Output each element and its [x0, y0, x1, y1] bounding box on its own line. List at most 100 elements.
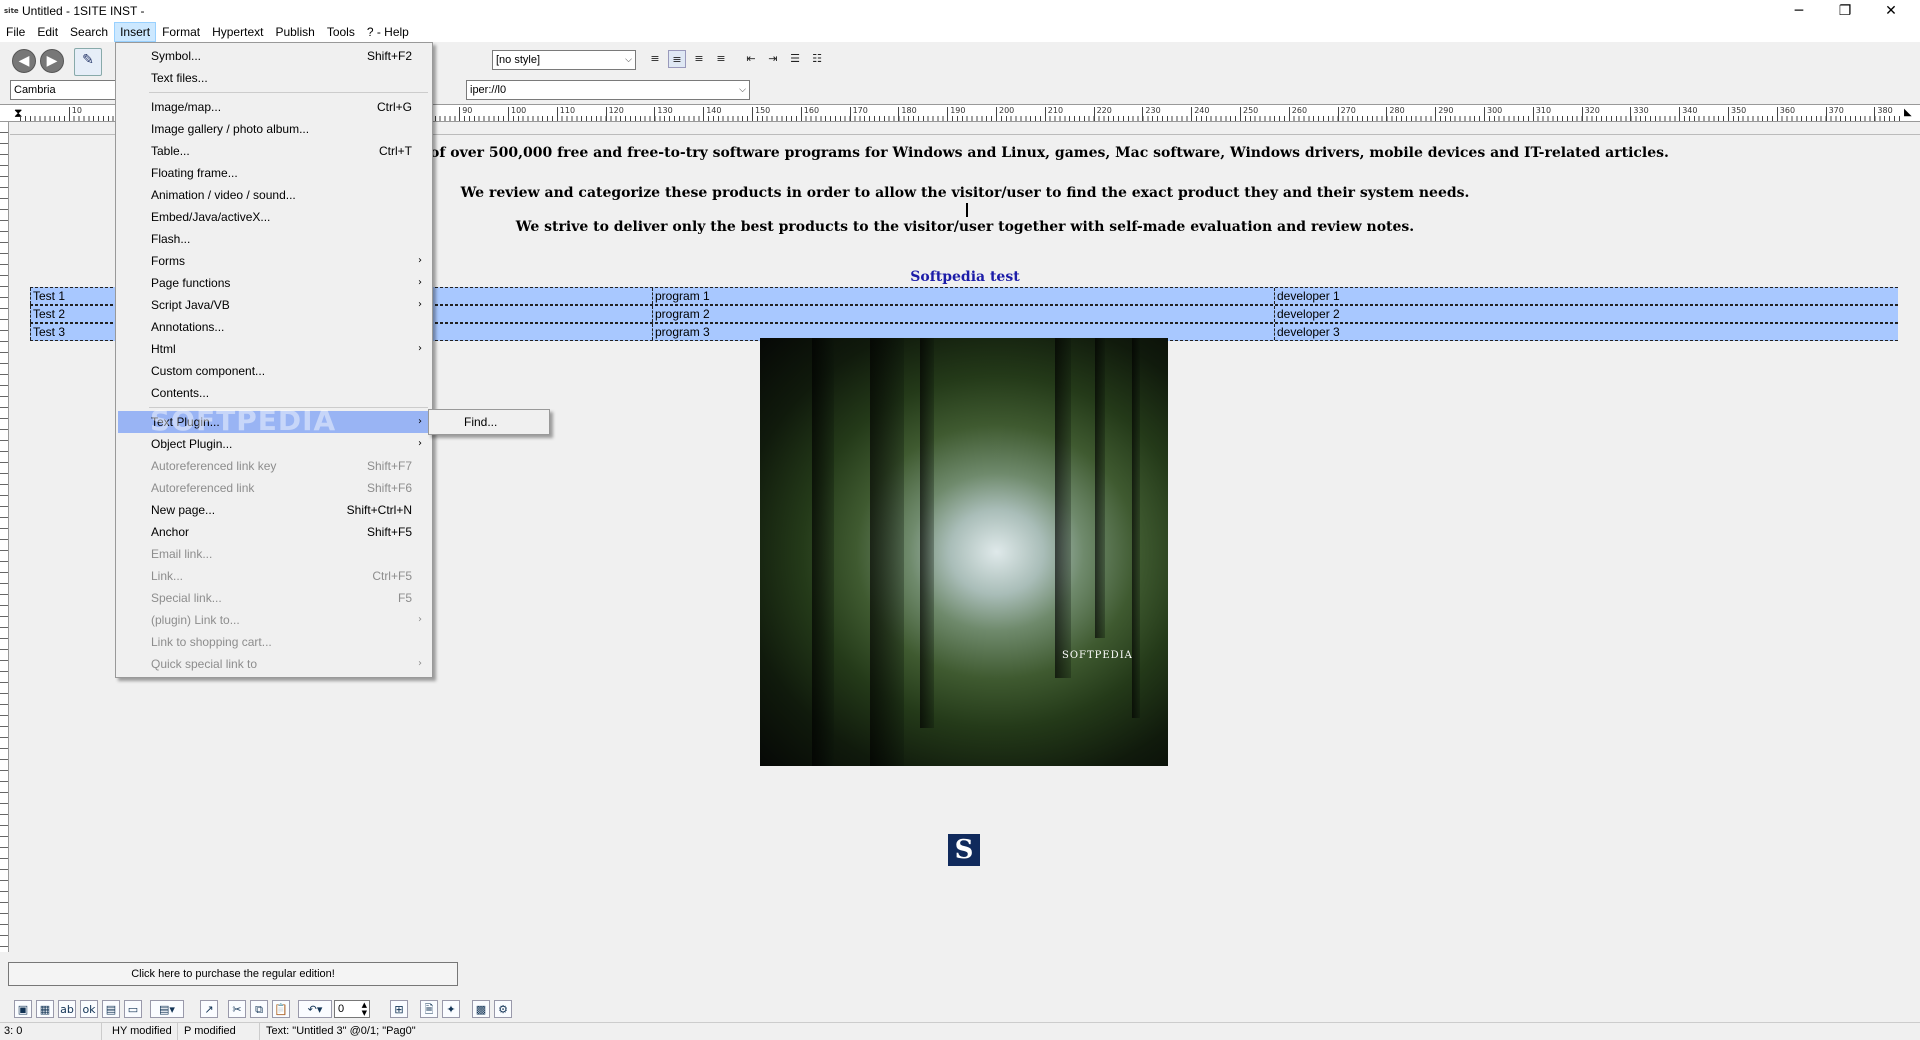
ruler-end-marker-icon[interactable]: ◣: [1904, 107, 1912, 118]
menu-item-symbol[interactable]: Symbol... Shift+F2: [118, 45, 430, 67]
menu-item-image-gallery-photo-album[interactable]: Image gallery / photo album...: [118, 118, 430, 140]
status-p: P modified: [180, 1023, 260, 1040]
zoom-stepper[interactable]: 0 ▲ ▼: [334, 1000, 370, 1018]
app-icon[interactable]: site: [4, 4, 19, 18]
ruler-major-tick: [947, 107, 949, 121]
publish-icon[interactable]: ⚙: [494, 1000, 512, 1018]
table-cell[interactable]: developer 2: [1274, 306, 1898, 322]
numbered-list-icon[interactable]: ☷: [808, 50, 826, 68]
menu-item-custom-component[interactable]: Custom component...: [118, 360, 430, 382]
paste-icon[interactable]: 📋: [272, 1000, 290, 1018]
menu-search[interactable]: Search: [64, 22, 114, 42]
title-bar: site Untitled - 1SITE INST - ─ ❐ ✕: [0, 0, 1920, 22]
ruler-major-tick: [752, 107, 753, 121]
monitor-icon[interactable]: ▩: [472, 1000, 490, 1018]
table-cell[interactable]: program 1: [652, 288, 1274, 304]
copy-icon[interactable]: ⧉: [250, 1000, 268, 1018]
menu-edit[interactable]: Edit: [31, 22, 64, 42]
insert-frame-icon[interactable]: ▭: [124, 1000, 142, 1018]
menu-publish[interactable]: Publish: [269, 22, 320, 42]
undo-dropdown-icon[interactable]: ↶▾: [298, 1000, 332, 1018]
close-button[interactable]: ✕: [1868, 0, 1914, 22]
menu-help[interactable]: ? - Help: [361, 22, 415, 42]
outdent-icon[interactable]: ⇤: [742, 50, 760, 68]
insert-image-icon[interactable]: ▣: [14, 1000, 32, 1018]
menu-item-script-java-vb[interactable]: Script Java/VB ›: [118, 294, 430, 316]
minimize-button[interactable]: ─: [1776, 0, 1822, 22]
align-center-icon[interactable]: ≡: [668, 50, 686, 68]
table-cell[interactable]: program 2: [652, 306, 1274, 322]
menu-item-label: Page functions: [151, 276, 231, 290]
back-button[interactable]: ◀: [12, 49, 36, 73]
menu-item-table[interactable]: Table... Ctrl+T: [118, 140, 430, 162]
ruler-label: 310: [1535, 106, 1552, 115]
table-cell[interactable]: developer 1: [1274, 288, 1898, 304]
menu-item-label: Html: [151, 342, 176, 356]
menu-file[interactable]: File: [0, 22, 31, 42]
bullet-list-icon[interactable]: ☰: [786, 50, 804, 68]
chevron-down-icon: ⌵: [739, 85, 746, 95]
menu-hypertext[interactable]: Hypertext: [206, 22, 269, 42]
forward-button[interactable]: ▶: [40, 49, 64, 73]
menu-item-label: Script Java/VB: [151, 298, 230, 312]
menu-item-html[interactable]: Html ›: [118, 338, 430, 360]
edit-page-icon[interactable]: ✎: [74, 48, 102, 76]
insert-more-dropdown-icon[interactable]: ▤▾: [150, 1000, 184, 1018]
menu-item-animation-video-sound[interactable]: Animation / video / sound...: [118, 184, 430, 206]
table-cell[interactable]: developer 3: [1274, 324, 1898, 340]
wand-icon[interactable]: ✦: [442, 1000, 460, 1018]
purchase-button[interactable]: Click here to purchase the regular editi…: [8, 962, 458, 986]
ruler-major-tick: [605, 107, 607, 121]
menu-item-forms[interactable]: Forms ›: [118, 250, 430, 272]
cut-icon[interactable]: ✂: [228, 1000, 246, 1018]
stepper-arrows-icon[interactable]: ▲ ▼: [362, 1001, 367, 1017]
style-select[interactable]: [no style] ⌵: [492, 50, 636, 70]
align-left-icon[interactable]: ≡: [646, 50, 664, 68]
indent-icon[interactable]: ⇥: [764, 50, 782, 68]
insert-film-icon[interactable]: ▤: [102, 1000, 120, 1018]
menu-item-annotations[interactable]: Annotations...: [118, 316, 430, 338]
menu-item-new-page[interactable]: New page... Shift+Ctrl+N: [118, 499, 430, 521]
ruler-major-tick: [1874, 107, 1876, 121]
menu-item-contents[interactable]: Contents...: [118, 382, 430, 404]
menu-item-flash[interactable]: Flash...: [118, 228, 430, 250]
menu-item-embed-java-activex[interactable]: Embed/Java/activeX...: [118, 206, 430, 228]
insert-table-icon[interactable]: ▦: [36, 1000, 54, 1018]
s-logo-image[interactable]: S: [948, 834, 980, 866]
tree-trunk: [812, 338, 834, 766]
align-justify-icon[interactable]: ≡: [712, 50, 730, 68]
ruler-major-tick: [1679, 107, 1681, 121]
menu-item-anchor[interactable]: Anchor Shift+F5: [118, 521, 430, 543]
page-icon[interactable]: 🗎: [420, 1000, 438, 1018]
restore-button[interactable]: ❐: [1822, 0, 1868, 22]
watermark: SOFTPEDIA: [150, 404, 337, 437]
url-select[interactable]: iper://l0 ⌵: [466, 80, 750, 100]
menu-item-floating-frame[interactable]: Floating frame...: [118, 162, 430, 184]
insert-button-icon[interactable]: ok: [80, 1000, 98, 1018]
ruler-label: 280: [1389, 106, 1405, 115]
forest-image[interactable]: [760, 338, 1168, 766]
menu-item-text-files[interactable]: Text files...: [118, 67, 430, 89]
font-select[interactable]: Cambria: [10, 80, 120, 100]
ruler-major-tick: [1386, 107, 1388, 121]
menu-insert[interactable]: Insert: [114, 22, 157, 42]
menu-item-page-functions[interactable]: Page functions ›: [118, 272, 430, 294]
link-icon[interactable]: ↗: [200, 1000, 218, 1018]
grid-icon[interactable]: ⊞: [390, 1000, 408, 1018]
menu-item-label: Special link...: [151, 591, 222, 605]
ruler-major-tick: [1776, 107, 1778, 121]
image-logo-text: SOFTPEDIA: [1062, 650, 1133, 661]
ruler-major-tick: [1825, 107, 1827, 121]
menu-item-image-map[interactable]: Image/map... Ctrl+G: [118, 96, 430, 118]
menu-tools[interactable]: Tools: [321, 22, 361, 42]
ruler-label: 90: [462, 106, 473, 115]
ruler-label: 160: [803, 106, 820, 115]
menu-item-label: Flash...: [151, 232, 191, 246]
ruler-major-tick: [1191, 107, 1193, 121]
menu-item-find[interactable]: Find...: [431, 411, 547, 433]
align-right-icon[interactable]: ≡: [690, 50, 708, 68]
menu-item-label: Animation / video / sound...: [151, 188, 296, 202]
tree-trunk: [870, 338, 904, 766]
insert-textfield-icon[interactable]: ab: [58, 1000, 76, 1018]
menu-format[interactable]: Format: [156, 22, 206, 42]
